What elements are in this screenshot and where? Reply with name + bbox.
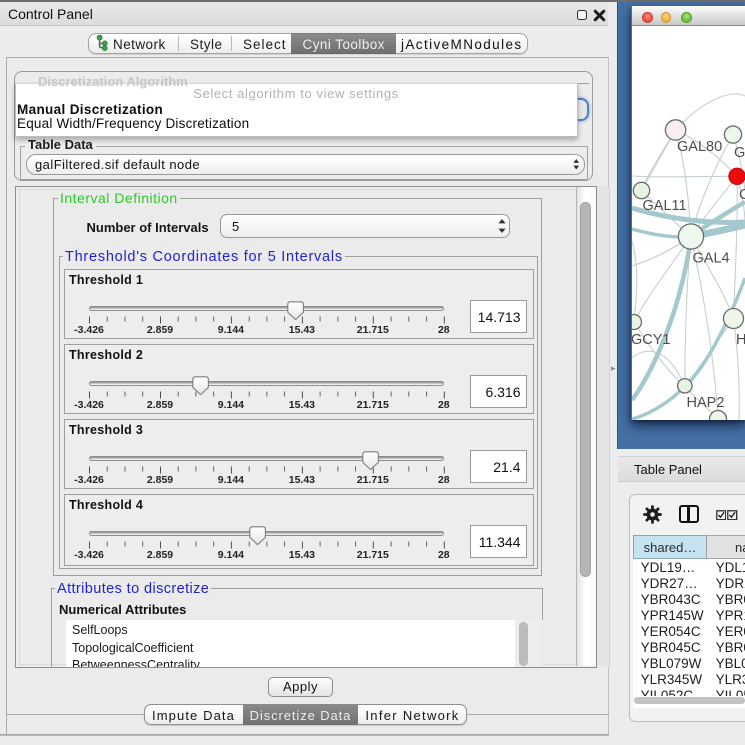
svg-text:GCY1: GCY1 [632, 332, 671, 348]
svg-text:GAL3: GAL3 [734, 145, 745, 161]
svg-text:CDC: CDC [739, 187, 745, 203]
svg-text:HAP2: HAP2 [687, 395, 725, 411]
svg-text:GAL80: GAL80 [677, 139, 722, 155]
svg-text:GAL4: GAL4 [693, 251, 730, 267]
svg-text:GAL11: GAL11 [643, 198, 687, 214]
svg-text:HIS4: HIS4 [736, 332, 745, 348]
